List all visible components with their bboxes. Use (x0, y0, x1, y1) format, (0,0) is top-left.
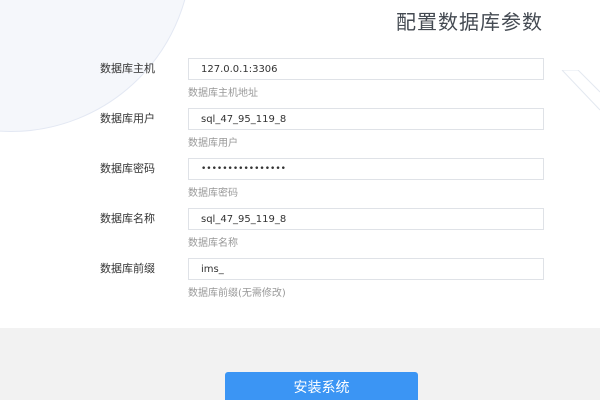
host-label: 数据库主机 (100, 62, 155, 75)
dbname-input[interactable] (188, 208, 544, 230)
prefix-hint: 数据库前缀(无需修改) (188, 288, 286, 299)
prefix-label: 数据库前缀 (100, 262, 155, 275)
install-page: 配置数据库参数 数据库主机 数据库主机地址 数据库用户 数据库用户 数据库密码 … (0, 0, 600, 400)
user-input[interactable] (188, 108, 544, 130)
password-label: 数据库密码 (100, 162, 155, 175)
host-input[interactable] (188, 58, 544, 80)
form-row-password: 数据库密码 数据库密码 (0, 158, 600, 208)
password-input[interactable] (188, 158, 544, 180)
host-hint: 数据库主机地址 (188, 88, 258, 99)
page-title: 配置数据库参数 (396, 10, 543, 34)
form-row-prefix: 数据库前缀 数据库前缀(无需修改) (0, 258, 600, 308)
form-row-dbname: 数据库名称 数据库名称 (0, 208, 600, 258)
dbname-label: 数据库名称 (100, 212, 155, 225)
form-row-host: 数据库主机 数据库主机地址 (0, 58, 600, 108)
dbname-hint: 数据库名称 (188, 238, 238, 249)
user-label: 数据库用户 (100, 112, 155, 125)
user-hint: 数据库用户 (188, 138, 238, 149)
form-row-user: 数据库用户 数据库用户 (0, 108, 600, 158)
password-hint: 数据库密码 (188, 188, 238, 199)
install-button[interactable]: 安装系统 (225, 372, 418, 400)
prefix-input[interactable] (188, 258, 544, 280)
